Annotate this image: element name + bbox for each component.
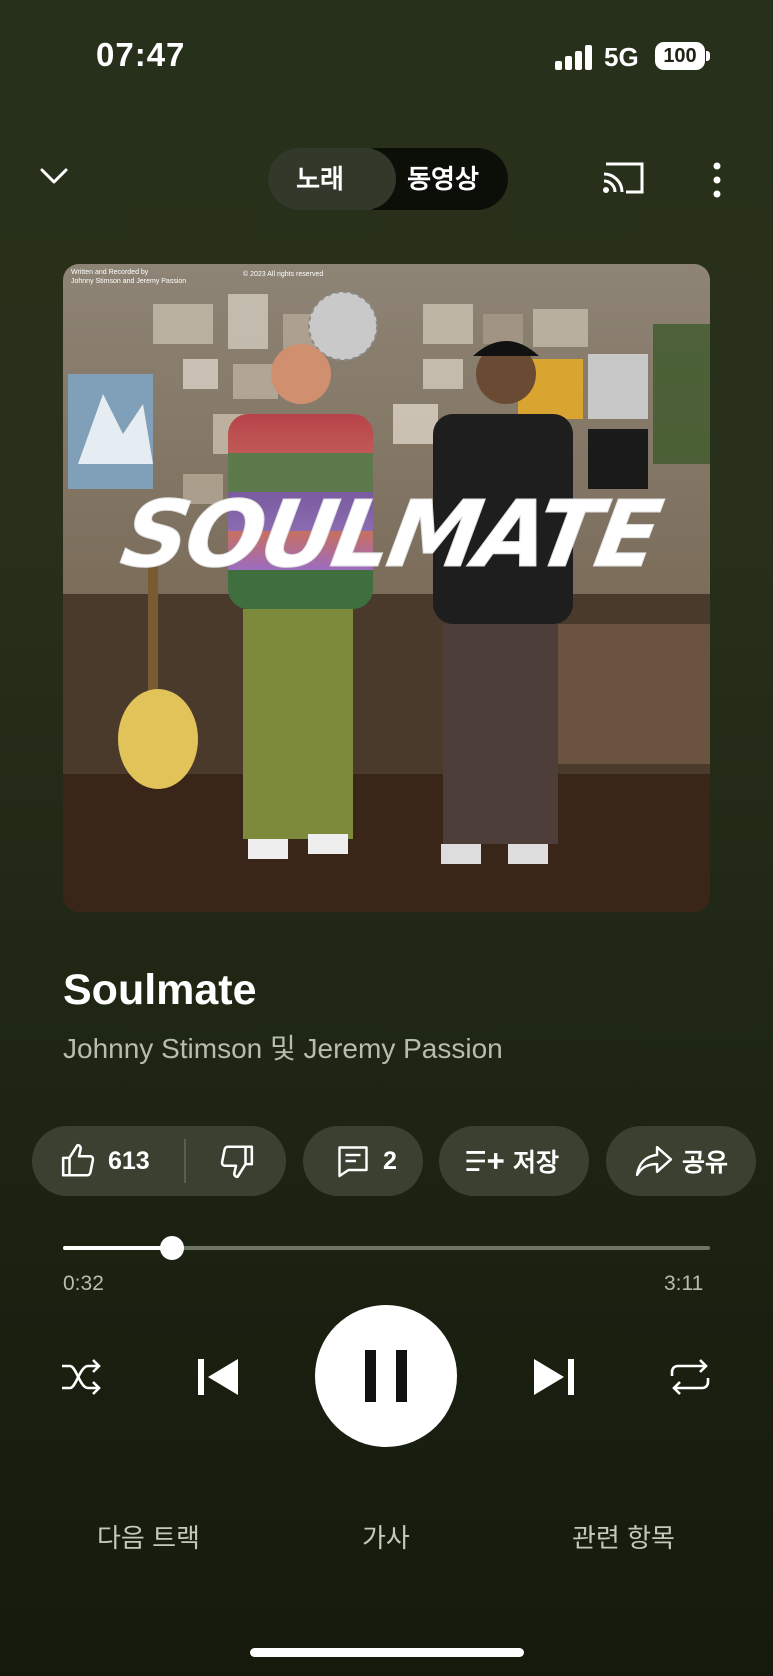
- pause-button[interactable]: [315, 1305, 457, 1447]
- shuffle-icon[interactable]: [60, 1358, 104, 1396]
- playlist-add-icon: [466, 1151, 504, 1171]
- save-button[interactable]: 저장: [439, 1126, 589, 1196]
- like-count: 613: [108, 1146, 150, 1175]
- song-video-toggle: 노래 동영상: [268, 148, 508, 210]
- like-button[interactable]: 613: [32, 1142, 184, 1180]
- next-icon[interactable]: [532, 1357, 576, 1397]
- battery-cap: [706, 51, 710, 61]
- share-label: 공유: [682, 1149, 729, 1177]
- home-indicator[interactable]: [250, 1648, 524, 1657]
- comment-count: 2: [383, 1146, 397, 1175]
- tab-lyrics[interactable]: 가사: [362, 1518, 410, 1555]
- current-time: 0:32: [63, 1272, 104, 1295]
- battery-icon: 100: [655, 42, 705, 70]
- thumb-down-icon: [220, 1145, 254, 1179]
- artwork-copyright: © 2023 All rights reserved: [243, 270, 323, 278]
- comment-button[interactable]: 2: [303, 1126, 423, 1196]
- progress-thumb[interactable]: [160, 1236, 184, 1260]
- share-icon: [635, 1145, 673, 1177]
- artwork-headline: SOULMATE: [114, 481, 669, 588]
- like-dislike-chip: 613: [32, 1126, 286, 1196]
- cast-icon[interactable]: [600, 160, 646, 196]
- tab-song-label: 노래: [296, 164, 344, 194]
- status-time: 07:47: [96, 36, 186, 73]
- comment-icon: [338, 1146, 368, 1178]
- progress-fill: [63, 1246, 172, 1250]
- more-vert-icon[interactable]: [712, 162, 722, 198]
- total-time: 3:11: [664, 1272, 704, 1295]
- track-artist[interactable]: Johnny Stimson 및 Jeremy Passion: [63, 1027, 503, 1067]
- share-button[interactable]: 공유: [606, 1126, 756, 1196]
- save-label: 저장: [513, 1149, 560, 1177]
- repeat-icon[interactable]: [668, 1358, 712, 1396]
- network-label: 5G: [604, 42, 639, 72]
- album-artwork: Written and Recorded by Johnny Stimson a…: [63, 264, 710, 912]
- track-title: Soulmate: [63, 966, 257, 1014]
- tab-video[interactable]: 동영상: [378, 148, 508, 210]
- thumb-up-icon: [61, 1143, 95, 1177]
- artwork-credit-line-1: Written and Recorded by: [71, 269, 149, 276]
- tab-related[interactable]: 관련 항목: [572, 1518, 675, 1555]
- chevron-down-icon[interactable]: [38, 160, 70, 192]
- pause-icon: [365, 1350, 376, 1402]
- dislike-button[interactable]: [186, 1142, 286, 1180]
- tab-song[interactable]: 노래: [268, 148, 396, 210]
- signal-icon: [555, 44, 595, 70]
- artwork-credit-line-2: Johnny Stimson and Jeremy Passion: [71, 278, 186, 285]
- previous-icon[interactable]: [196, 1357, 240, 1397]
- pause-icon-bar: [396, 1350, 407, 1402]
- tab-up-next[interactable]: 다음 트랙: [97, 1518, 200, 1555]
